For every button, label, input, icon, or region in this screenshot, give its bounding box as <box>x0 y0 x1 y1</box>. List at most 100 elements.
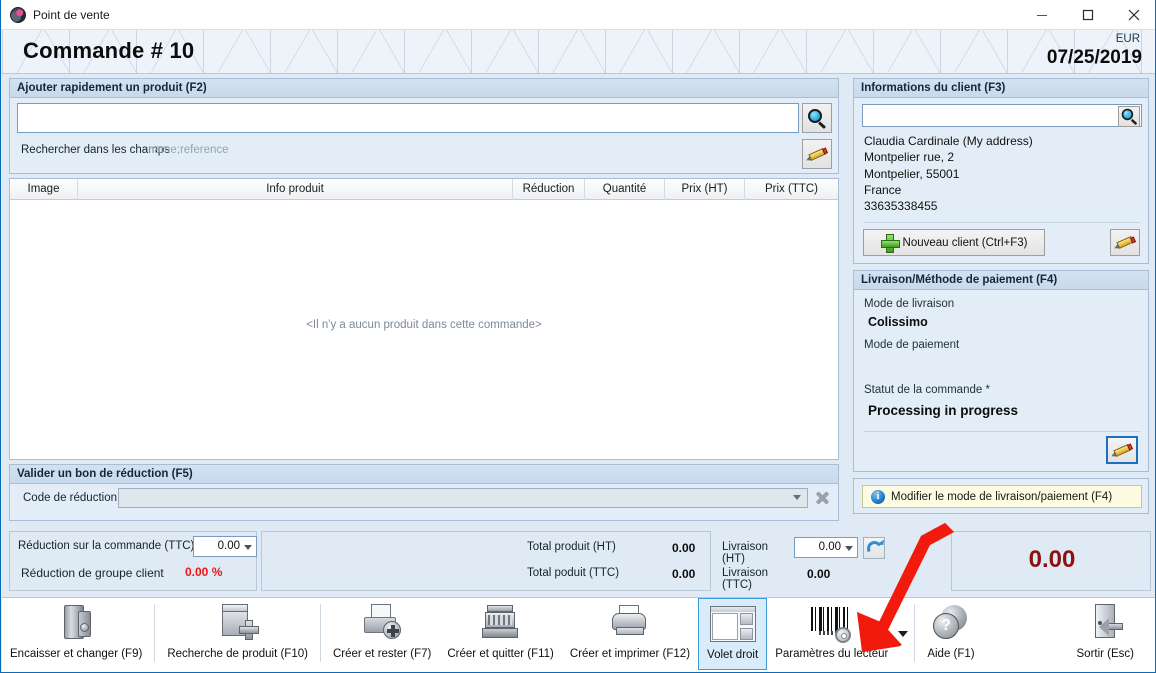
magnifier-icon <box>1121 108 1137 126</box>
chevron-down-icon <box>244 545 252 550</box>
toolbar-item-scanner-settings[interactable]: Paramètres du lecteur <box>767 598 896 670</box>
shipping-hint[interactable]: i Modifier le mode de livraison/paiement… <box>862 485 1142 508</box>
toolbar-item-help[interactable]: ? Aide (F1) <box>919 598 982 670</box>
product-search-input[interactable] <box>17 103 799 133</box>
toolbar-item-cash[interactable]: Encaisser et changer (F9) <box>2 598 150 670</box>
info-icon: i <box>871 489 885 504</box>
search-fields-value: name;reference <box>148 144 229 156</box>
column-header-price-ht[interactable]: Prix (HT) <box>665 179 745 200</box>
toolbar-item-exit[interactable]: Sortir (Esc) <box>1069 598 1143 670</box>
help-icon: ? <box>931 603 971 643</box>
column-header-price-ttc[interactable]: Prix (TTC) <box>745 179 838 200</box>
order-status-label: Statut de la commande * <box>864 384 990 396</box>
caret-down-icon <box>898 631 909 637</box>
shipping-payment-panel: Livraison/Méthode de paiement (F4) Mode … <box>853 270 1149 472</box>
client-search-input[interactable] <box>862 104 1142 127</box>
shipping-ht-label: Livraison (HT) <box>722 541 769 565</box>
product-table: Image Info produit Réduction Quantité Pr… <box>9 178 839 460</box>
divider <box>864 222 1140 223</box>
pencil-icon <box>1113 235 1136 251</box>
toolbar-label-cash: Encaisser et changer (F9) <box>10 648 143 660</box>
window-controls <box>1019 0 1155 29</box>
delivery-mode-label: Mode de livraison <box>864 298 955 310</box>
save-disk-icon <box>361 603 403 643</box>
maximize-icon[interactable] <box>1065 0 1111 29</box>
window-title: Point de vente <box>33 7 110 22</box>
toolbar-label-right-panel: Volet droit <box>707 649 759 661</box>
close-icon[interactable] <box>1111 0 1155 29</box>
product-bag-icon <box>217 603 259 643</box>
hint-panel: i Modifier le mode de livraison/paiement… <box>853 478 1149 514</box>
voucher-label: Code de réduction <box>23 492 117 504</box>
pencil-icon <box>1110 443 1133 459</box>
edit-shipping-button[interactable] <box>1106 436 1138 464</box>
quick-add-product-panel: Ajouter rapidement un produit (F2) Reche… <box>9 78 839 174</box>
toolbar-item-product-search[interactable]: Recherche de produit (F10) <box>159 598 316 670</box>
toolbar-label-help: Aide (F1) <box>927 648 975 660</box>
shipping-ttc-value: 0.00 <box>807 567 831 581</box>
client-name: Claudia Cardinale (My address) <box>864 134 1033 148</box>
exit-door-icon <box>1085 603 1125 643</box>
chevron-down-icon <box>845 546 853 551</box>
product-search-button[interactable] <box>802 103 832 133</box>
grand-total-value: 0.00 <box>1028 546 1076 573</box>
empty-table-message: <Il n'y a aucun produit dans cette comma… <box>306 319 542 331</box>
search-fields-edit-button[interactable] <box>802 139 832 169</box>
new-client-label: Nouveau client (Ctrl+F3) <box>902 236 1028 249</box>
product-ttc-value: 0.00 <box>672 567 696 581</box>
client-street: Montpelier rue, 2 <box>864 150 955 165</box>
chevron-down-icon <box>793 495 801 500</box>
green-plus-icon <box>880 234 900 253</box>
scanner-dropdown-button[interactable] <box>896 598 910 670</box>
shipping-ttc-label: Livraison (TTC) <box>722 567 769 591</box>
toolbar-label-create-stay: Créer et rester (F7) <box>332 648 432 660</box>
group-discount-label: Réduction de groupe client <box>21 566 164 580</box>
toolbar-label-exit: Sortir (Esc) <box>1076 648 1135 660</box>
refresh-shipping-button[interactable] <box>863 537 885 559</box>
page-title: Commande # 10 <box>23 38 195 63</box>
payment-mode-label: Mode de paiement <box>864 339 960 351</box>
toolbar-label-scanner-settings: Paramètres du lecteur <box>775 648 889 660</box>
divider <box>154 604 156 662</box>
client-country: France <box>864 182 902 197</box>
divider <box>710 536 711 588</box>
client-search-button[interactable] <box>1118 106 1140 127</box>
client-info-panel: Informations du client (F3) Claudia Card… <box>853 78 1149 264</box>
edit-client-button[interactable] <box>1110 229 1140 256</box>
barcode-settings-icon <box>809 603 855 643</box>
title-bar: Point de vente <box>1 0 1155 30</box>
column-header-info[interactable]: Info produit <box>78 179 513 200</box>
totals-cell: Total produit (HT) 0.00 Total poduit (TT… <box>261 531 885 591</box>
column-header-image[interactable]: Image <box>10 179 78 200</box>
clear-x-icon <box>815 491 830 506</box>
divider <box>319 604 321 662</box>
pencil-icon <box>805 147 828 163</box>
voucher-select[interactable] <box>118 488 808 508</box>
cash-drawer-icon <box>56 603 96 643</box>
toolbar-item-create-stay[interactable]: Créer et rester (F7) <box>325 598 439 670</box>
voucher-caption: Valider un bon de réduction (F5) <box>10 465 838 484</box>
currency-label: EUR <box>1115 33 1140 45</box>
toolbar-item-create-print[interactable]: Créer et imprimer (F12) <box>562 598 698 670</box>
quick-add-caption: Ajouter rapidement un produit (F2) <box>10 79 838 98</box>
new-client-button[interactable]: Nouveau client (Ctrl+F3) <box>863 229 1045 256</box>
column-header-quantity[interactable]: Quantité <box>585 179 665 200</box>
toolbar-label-create-print: Créer et imprimer (F12) <box>569 648 691 660</box>
product-ttc-label: Total poduit (TTC) <box>527 567 620 579</box>
voucher-clear-button[interactable] <box>811 487 833 509</box>
order-discount-input[interactable]: 0.00 <box>193 536 257 557</box>
toolbar-label-product-search: Recherche de produit (F10) <box>167 648 308 660</box>
toolbar-item-right-panel[interactable]: Volet droit <box>698 598 768 670</box>
toolbar-item-create-quit[interactable]: Créer et quitter (F11) <box>439 598 562 670</box>
column-header-reduction[interactable]: Réduction <box>513 179 585 200</box>
shipping-caption: Livraison/Méthode de paiement (F4) <box>854 271 1148 290</box>
minimize-icon[interactable] <box>1019 0 1065 29</box>
divider <box>864 431 1140 432</box>
order-discount-value: 0.00 <box>217 540 240 552</box>
product-ht-label: Total produit (HT) <box>527 541 616 553</box>
shipping-ht-input[interactable]: 0.00 <box>794 537 858 558</box>
discount-cell: Réduction sur la commande (TTC) 0.00 Réd… <box>9 531 284 591</box>
pos-window: Point de vente Commande # 10 EUR 07/25/2… <box>0 0 1156 673</box>
refresh-icon <box>864 538 884 558</box>
client-caption: Informations du client (F3) <box>854 79 1148 98</box>
